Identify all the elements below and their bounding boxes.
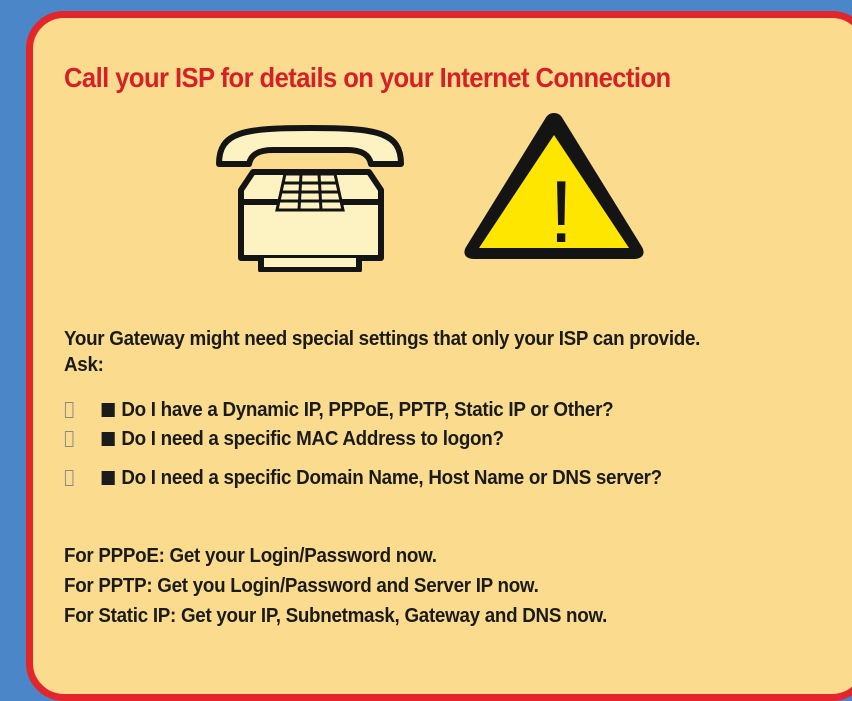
list-item: Do I need a specific MAC Address to logo… [64, 427, 504, 451]
pptp-instruction: For PPTP: Get you Login/Password and Ser… [64, 575, 539, 597]
question-3: Do I need a specific Domain Name, Host N… [121, 467, 662, 489]
list-item: Do I need a specific Domain Name, Host N… [64, 466, 662, 490]
page-title: Call your ISP for details on your Intern… [64, 62, 671, 93]
list-item: Do I have a Dynamic IP, PPPoE, PPTP, Sta… [64, 398, 614, 422]
glyph-placeholder-icon [64, 431, 74, 447]
glyph-placeholder-icon [64, 402, 74, 418]
square-bullet-icon [101, 403, 115, 417]
ask-label: Ask: [64, 354, 104, 376]
telephone-icon [216, 125, 404, 272]
square-bullet-icon [101, 471, 115, 485]
static-ip-instruction: For Static IP: Get your IP, Subnetmask, … [64, 605, 608, 627]
glyph-placeholder-icon [64, 470, 74, 486]
warning-icon: ! [464, 113, 644, 261]
warning-exclamation: ! [549, 162, 573, 261]
question-1: Do I have a Dynamic IP, PPPoE, PPTP, Sta… [121, 399, 614, 421]
square-bullet-icon [101, 432, 115, 446]
intro-text: Your Gateway might need special settings… [64, 328, 701, 350]
question-2: Do I need a specific MAC Address to logo… [121, 428, 504, 450]
pppoe-instruction: For PPPoE: Get your Login/Password now. [64, 545, 437, 567]
